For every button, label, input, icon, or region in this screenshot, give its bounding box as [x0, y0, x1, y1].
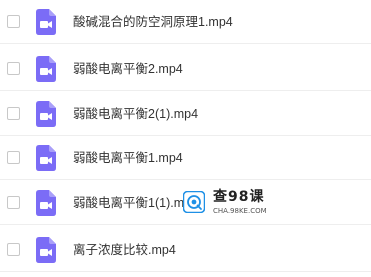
file-row[interactable]: 离子浓度比较.mp4 [0, 231, 371, 272]
watermark-subtitle: CHA.98KE.COM [213, 207, 267, 215]
row-checkbox[interactable] [7, 62, 20, 75]
file-row[interactable]: 弱酸电离平衡2(1).mp4 [0, 95, 371, 136]
video-file-icon [36, 101, 56, 127]
row-checkbox[interactable] [7, 15, 20, 28]
video-file-icon [36, 56, 56, 82]
watermark: 查98课 CHA.98KE.COM [183, 189, 267, 219]
file-name[interactable]: 弱酸电离平衡2(1).mp4 [73, 105, 198, 123]
file-row[interactable]: 弱酸电离平衡2.mp4 [0, 50, 371, 91]
file-row[interactable]: 酸碱混合的防空洞原理1.mp4 [0, 3, 371, 44]
file-name[interactable]: 弱酸电离平衡1(1).mp4 [73, 194, 198, 212]
file-list: 酸碱混合的防空洞原理1.mp4 弱酸电离平衡2.mp4 弱酸电离平衡2(1).m… [0, 0, 371, 277]
video-file-icon [36, 145, 56, 171]
file-name[interactable]: 离子浓度比较.mp4 [73, 241, 176, 259]
row-checkbox[interactable] [7, 107, 20, 120]
row-checkbox[interactable] [7, 151, 20, 164]
watermark-logo-icon [183, 191, 205, 213]
video-file-icon [36, 190, 56, 216]
file-name[interactable]: 弱酸电离平衡2.mp4 [73, 60, 183, 78]
watermark-title: 查98课 [213, 189, 265, 205]
file-row[interactable]: 弱酸电离平衡1.mp4 [0, 139, 371, 180]
video-file-icon [36, 9, 56, 35]
file-name[interactable]: 酸碱混合的防空洞原理1.mp4 [73, 13, 233, 31]
video-file-icon [36, 237, 56, 263]
file-name[interactable]: 弱酸电离平衡1.mp4 [73, 149, 183, 167]
row-checkbox[interactable] [7, 243, 20, 256]
row-checkbox[interactable] [7, 196, 20, 209]
